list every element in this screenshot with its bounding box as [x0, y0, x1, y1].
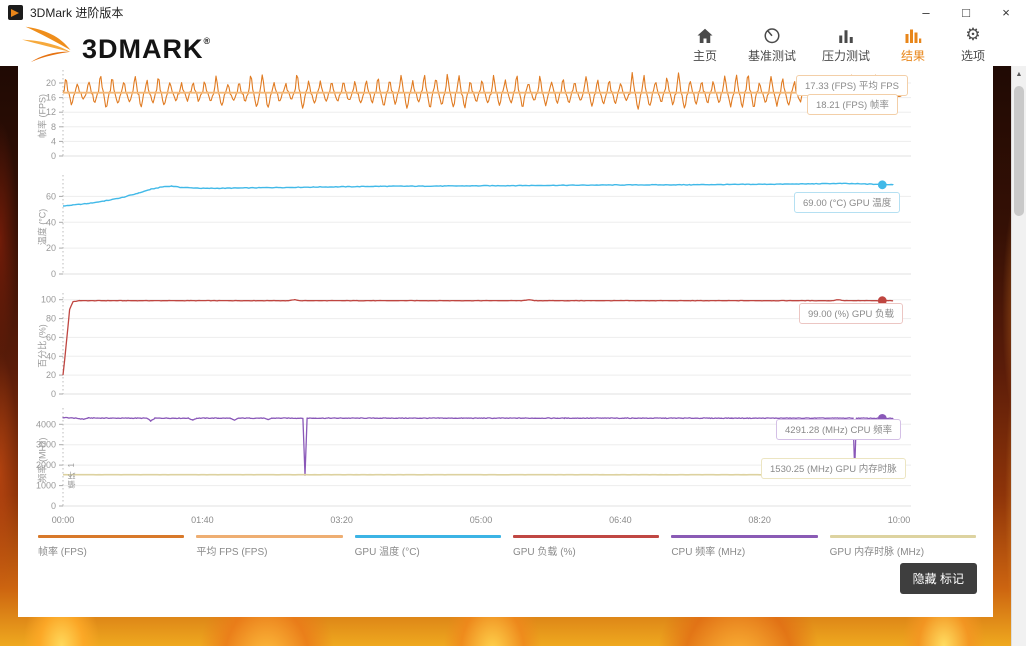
nav-item-stress-test[interactable]: 压力测试: [822, 26, 870, 64]
nav-label: 压力测试: [822, 47, 870, 64]
svg-text:4: 4: [51, 136, 56, 146]
x-tick-label: 01:40: [191, 515, 214, 525]
annotation-fps: 18.21 (FPS) 帧率: [807, 94, 898, 115]
annotation-cpu-freq: 4291.28 (MHz) CPU 频率: [776, 419, 901, 440]
nav-item-home[interactable]: 主页: [688, 26, 722, 64]
gear-icon: ⚙: [965, 26, 980, 44]
close-button[interactable]: ×: [986, 0, 1026, 24]
svg-text:20: 20: [46, 370, 56, 380]
scrollbar-thumb[interactable]: [1014, 86, 1024, 216]
hide-markers-button[interactable]: 隐藏 标记: [900, 563, 977, 594]
flame-logo-icon: [22, 25, 74, 63]
registered-mark: ®: [204, 36, 212, 46]
3dmark-logo: 3DMARK®: [22, 23, 211, 67]
legend: 帧率 (FPS) 平均 FPS (FPS) GPU 温度 (°C) GPU 负载…: [38, 535, 976, 558]
annotation-avg-fps: 17.33 (FPS) 平均 FPS: [796, 75, 908, 96]
svg-text:100: 100: [41, 295, 56, 305]
nav-item-options[interactable]: ⚙ 选项: [956, 26, 990, 64]
svg-text:80: 80: [46, 314, 56, 324]
titlebar: 3DMark 进阶版本 – □ ×: [0, 0, 1026, 24]
nav-item-results[interactable]: 结果: [896, 26, 930, 64]
main-nav: 主页 基准测试 压力测试 结果 ⚙ 选项: [688, 24, 990, 66]
scrollbar[interactable]: ▲: [1011, 66, 1026, 646]
y-axis-label: 帧率 (FPS): [36, 94, 49, 138]
app-icon: [8, 5, 23, 20]
y-axis-label: 百分比 (%): [36, 324, 49, 368]
annotation-gpu-mem: 1530.25 (MHz) GPU 内存时脉: [761, 458, 906, 479]
x-tick-label: 10:00: [888, 515, 911, 525]
window-title: 3DMark 进阶版本: [30, 4, 123, 21]
nav-item-benchmark[interactable]: 基准测试: [748, 26, 796, 64]
legend-color-bar: [671, 535, 817, 538]
svg-text:60: 60: [46, 191, 56, 201]
legend-item-avg-fps: 平均 FPS (FPS): [196, 535, 342, 558]
header: 3DMARK® 主页 基准测试 压力测试 结果 ⚙: [0, 24, 1026, 66]
y-axis-label: 频率 (MHz): [36, 437, 49, 482]
y-axis-label: 温度 (°C): [36, 209, 49, 246]
annotation-gpu-temp: 69.00 (°C) GPU 温度: [794, 192, 900, 213]
annotation-gpu-load: 99.00 (%) GPU 负载: [799, 303, 903, 324]
home-icon: [696, 26, 714, 44]
legend-item-gpu-mem: GPU 内存时脉 (MHz): [830, 535, 976, 558]
legend-color-bar: [830, 535, 976, 538]
legend-item-gpu-load: GPU 负载 (%): [513, 535, 659, 558]
results-chart-icon: [904, 26, 922, 44]
loop-marker-label: 循环 1: [66, 462, 77, 489]
legend-color-bar: [38, 535, 184, 538]
scroll-up-icon[interactable]: ▲: [1012, 66, 1026, 82]
legend-color-bar: [513, 535, 659, 538]
gauge-icon: [763, 26, 781, 44]
legend-item-cpu-freq: CPU 频率 (MHz): [671, 535, 817, 558]
svg-text:0: 0: [51, 151, 56, 161]
x-tick-label: 00:00: [52, 515, 75, 525]
gpu-temp-chart: 0204060温度 (°C): [18, 173, 958, 281]
x-tick-label: 08:20: [748, 515, 771, 525]
x-tick-label: 03:20: [330, 515, 353, 525]
logo-text: 3DMARK®: [82, 23, 211, 67]
results-panel: 048121620帧率 (FPS) 0204060温度 (°C) 0204060…: [18, 66, 993, 617]
nav-label: 选项: [961, 47, 985, 64]
bar-chart-icon: [837, 26, 855, 44]
svg-text:0: 0: [51, 501, 56, 511]
svg-text:8: 8: [51, 122, 56, 132]
x-tick-label: 05:00: [470, 515, 493, 525]
nav-label: 结果: [901, 47, 925, 64]
nav-label: 基准测试: [748, 47, 796, 64]
minimize-button[interactable]: –: [906, 0, 946, 24]
svg-text:4000: 4000: [36, 419, 56, 429]
maximize-button[interactable]: □: [946, 0, 986, 24]
legend-item-gpu-temp: GPU 温度 (°C): [355, 535, 501, 558]
legend-color-bar: [196, 535, 342, 538]
x-tick-label: 06:40: [609, 515, 632, 525]
content-area: 048121620帧率 (FPS) 0204060温度 (°C) 0204060…: [0, 66, 1026, 646]
svg-text:0: 0: [51, 269, 56, 279]
nav-label: 主页: [693, 47, 717, 64]
svg-text:20: 20: [46, 78, 56, 88]
time-axis: 00:00 01:40 03:20 05:00 06:40 08:20 10:00: [18, 515, 958, 529]
legend-item-fps: 帧率 (FPS): [38, 535, 184, 558]
legend-color-bar: [355, 535, 501, 538]
svg-text:0: 0: [51, 389, 56, 399]
